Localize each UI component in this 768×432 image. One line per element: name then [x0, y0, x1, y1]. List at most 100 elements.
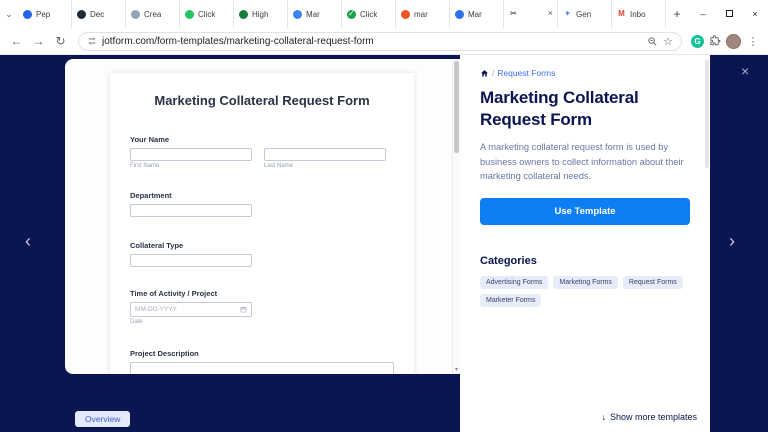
tab-label: Inbo — [630, 9, 646, 19]
tab-label: Mar — [468, 9, 482, 19]
first-name-sublabel: First Name — [130, 163, 160, 169]
breadcrumb-request-forms-link[interactable]: Request Forms — [497, 68, 555, 78]
tab-search-chevron-icon[interactable]: ⌄ — [0, 0, 18, 28]
tab-label: High — [252, 9, 269, 19]
tab-label: mar — [414, 9, 428, 19]
browser-tab-clickup[interactable]: Click — [180, 0, 234, 28]
previous-template-chevron-icon[interactable]: ‹ — [25, 231, 31, 252]
browser-tab-marketing-2[interactable]: Mar — [450, 0, 504, 28]
navigation-bar: ← → ↻ jotform.com/form-templates/marketi… — [0, 28, 768, 55]
department-label: Department — [130, 191, 172, 200]
form-sheet: Marketing Collateral Request Form Your N… — [110, 73, 414, 374]
profile-avatar[interactable] — [726, 33, 741, 49]
home-icon[interactable] — [480, 69, 489, 78]
forward-button[interactable]: → — [30, 34, 47, 48]
categories-heading: Categories — [480, 255, 537, 268]
zoom-out-icon[interactable] — [647, 36, 658, 47]
browser-tab-gmail-inbox[interactable]: M Inbo — [612, 0, 666, 28]
down-arrow-icon: ↓ — [601, 412, 606, 422]
site-info-tune-icon[interactable] — [87, 36, 97, 46]
tab-favicon-icon — [293, 9, 302, 19]
close-icon[interactable]: × — [741, 63, 749, 79]
tab-favicon-scissors-icon: ✂ — [510, 9, 517, 18]
date-sublabel: Date — [130, 319, 143, 325]
show-more-templates-button[interactable]: ↓ Show more templates — [601, 412, 697, 422]
browser-tab-peppertype[interactable]: Pep — [18, 0, 72, 28]
department-input[interactable] — [130, 204, 252, 217]
category-tag-marketer-forms[interactable]: Marketer Forms — [480, 294, 542, 308]
category-tag-advertising-forms[interactable]: Advertising Forms — [480, 276, 549, 290]
use-template-button[interactable]: Use Template — [480, 198, 690, 226]
browser-tab-gemini[interactable]: ✦ Gen — [558, 0, 612, 28]
tab-favicon-icon — [239, 9, 248, 19]
window-minimize-button[interactable]: – — [690, 9, 716, 19]
tab-label: Dec — [90, 9, 105, 19]
browser-tab-marketing-1[interactable]: Mar — [288, 0, 342, 28]
browser-menu-icon[interactable]: ⋮ — [746, 35, 760, 48]
tab-favicon-gmail-icon: M — [618, 9, 625, 18]
breadcrumb: / Request Forms — [480, 68, 690, 78]
tab-label: Click — [198, 9, 216, 19]
browser-chrome: ⌄ Pep Dec Crea Click High Mar ✓ Click ma… — [0, 0, 768, 55]
new-tab-button[interactable]: + — [666, 0, 688, 28]
date-input[interactable]: MM-DD-YYYY — [130, 302, 252, 317]
category-tag-request-forms[interactable]: Request Forms — [622, 276, 683, 290]
browser-tab-click-check[interactable]: ✓ Click — [342, 0, 396, 28]
extensions-puzzle-icon[interactable] — [709, 35, 721, 47]
project-description-label: Project Description — [130, 349, 199, 358]
template-description: A marketing collateral request form is u… — [480, 142, 684, 181]
category-tag-marketing-forms[interactable]: Marketing Forms — [553, 276, 618, 290]
overview-pill[interactable]: Overview — [75, 411, 131, 427]
tab-label: Pep — [36, 9, 51, 19]
tab-close-icon[interactable]: × — [548, 9, 553, 18]
breadcrumb-separator: / — [492, 68, 495, 78]
bookmark-star-icon[interactable]: ☆ — [663, 35, 673, 48]
address-bar[interactable]: jotform.com/form-templates/marketing-col… — [78, 31, 682, 51]
category-tags: Advertising Forms Marketing Forms Reques… — [480, 276, 692, 308]
panel-scrollbar-thumb[interactable] — [705, 60, 709, 168]
tab-label: Crea — [144, 9, 162, 19]
tab-favicon-icon — [23, 9, 32, 19]
window-controls: – × — [690, 0, 768, 28]
refresh-button[interactable]: ↻ — [52, 34, 69, 48]
browser-tab-deck[interactable]: Dec — [72, 0, 126, 28]
preview-scrollbar-thumb[interactable] — [454, 61, 459, 153]
tab-favicon-icon — [401, 9, 410, 19]
preview-scrollbar[interactable]: ▾ — [452, 59, 460, 374]
tab-favicon-sparkle-icon: ✦ — [564, 9, 571, 18]
maximize-icon — [725, 10, 733, 17]
tab-label: Gen — [576, 9, 592, 19]
tab-favicon-check-icon: ✓ — [347, 9, 356, 19]
show-more-label: Show more templates — [609, 412, 697, 422]
browser-tab-jotform-active[interactable]: ✂ × — [504, 0, 558, 28]
project-description-textarea[interactable] — [130, 362, 394, 374]
form-preview-card: Marketing Collateral Request Form Your N… — [65, 59, 460, 374]
template-title: Marketing Collateral Request Form — [480, 88, 639, 129]
your-name-label: Your Name — [130, 135, 170, 144]
window-maximize-button[interactable] — [716, 9, 742, 19]
next-template-chevron-icon[interactable]: › — [729, 231, 735, 252]
back-button[interactable]: ← — [8, 34, 25, 48]
date-placeholder: MM-DD-YYYY — [135, 306, 177, 313]
browser-tab-mar[interactable]: mar — [396, 0, 450, 28]
tab-favicon-icon — [185, 9, 194, 19]
browser-tab-highlevel[interactable]: High — [234, 0, 288, 28]
last-name-sublabel: Last Name — [264, 163, 294, 169]
scroll-down-arrow-icon[interactable]: ▾ — [453, 366, 460, 373]
first-name-input[interactable] — [130, 148, 252, 161]
grammarly-extension-icon[interactable]: G — [691, 34, 704, 48]
tab-bar: ⌄ Pep Dec Crea Click High Mar ✓ Click ma… — [0, 0, 768, 28]
tab-favicon-icon — [455, 9, 464, 19]
jotform-template-page: Marketing Collateral Request Form Your N… — [0, 55, 768, 432]
tab-favicon-icon — [77, 9, 86, 19]
window-close-button[interactable]: × — [742, 9, 768, 19]
collateral-type-input[interactable] — [130, 254, 252, 267]
template-details-panel: / Request Forms Marketing Collateral Req… — [460, 55, 710, 432]
tab-label: Mar — [306, 9, 320, 19]
browser-tab-create[interactable]: Crea — [126, 0, 180, 28]
collateral-type-label: Collateral Type — [130, 241, 184, 250]
form-title: Marketing Collateral Request Form — [154, 93, 370, 108]
activity-time-label: Time of Activity / Project — [130, 289, 218, 298]
last-name-input[interactable] — [264, 148, 386, 161]
url-text[interactable]: jotform.com/form-templates/marketing-col… — [102, 36, 642, 47]
